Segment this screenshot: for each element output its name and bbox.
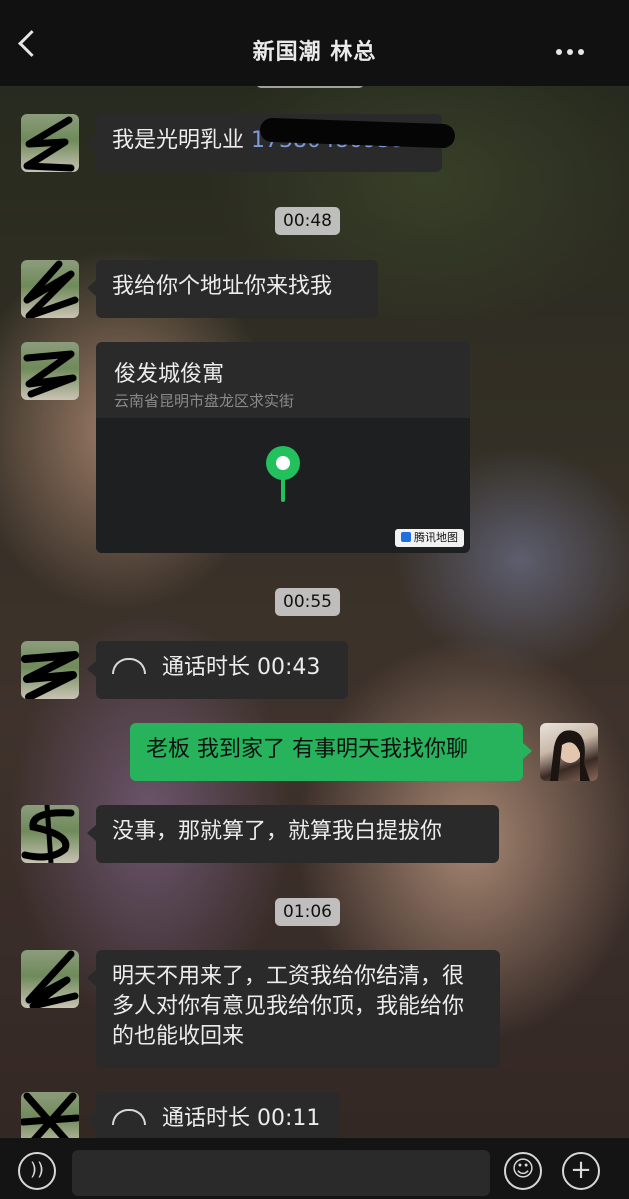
message-bubble-incoming[interactable]: 明天不用来了，工资我给你结清，很多人对你有意见我给你顶，我能给你的也能收回来 bbox=[87, 950, 500, 1068]
top-navigation-bar: 新国潮 林总 bbox=[0, 0, 629, 86]
location-card[interactable]: 俊发城俊寓 云南省昆明市盘龙区求实街 腾讯地图 bbox=[96, 342, 470, 553]
map-provider-logo: 腾讯地图 bbox=[395, 529, 464, 547]
scribble-redaction bbox=[21, 805, 75, 863]
timestamp: 00:55 bbox=[275, 588, 340, 616]
emoji-icon[interactable]: ☺ bbox=[504, 1152, 542, 1190]
my-avatar[interactable] bbox=[540, 723, 598, 781]
message-input[interactable] bbox=[72, 1150, 490, 1196]
contact-avatar[interactable] bbox=[21, 805, 79, 863]
map-pin-stem bbox=[281, 476, 285, 502]
message-input-bar: )) ☺ + bbox=[0, 1138, 629, 1199]
map-provider-label: 腾讯地图 bbox=[414, 531, 458, 544]
more-options-icon[interactable] bbox=[556, 40, 589, 59]
location-address: 云南省昆明市盘龙区求实街 bbox=[114, 392, 295, 410]
phone-hangup-icon bbox=[112, 1109, 146, 1125]
chat-title: 新国潮 林总 bbox=[252, 40, 377, 65]
scribble-redaction bbox=[23, 116, 75, 172]
contact-avatar[interactable] bbox=[21, 641, 79, 699]
map-pin-icon bbox=[266, 446, 300, 480]
call-duration-text: 通话时长 00:11 bbox=[162, 1106, 321, 1131]
contact-avatar[interactable] bbox=[21, 342, 79, 400]
avatar-portrait bbox=[550, 730, 590, 781]
scribble-redaction bbox=[21, 651, 79, 699]
message-bubble-incoming[interactable]: 我给你个地址你来找我 bbox=[87, 260, 378, 318]
message-bubble-outgoing[interactable]: 老板 我到家了 有事明天我找你聊 bbox=[130, 723, 532, 781]
phone-hangup-icon bbox=[112, 658, 146, 674]
map-preview[interactable]: 腾讯地图 bbox=[96, 418, 470, 553]
call-record-bubble[interactable]: 通话时长 00:43 bbox=[87, 641, 348, 699]
contact-avatar[interactable] bbox=[21, 260, 79, 318]
scribble-redaction bbox=[23, 260, 79, 318]
timestamp: 01:06 bbox=[275, 898, 340, 926]
scribble-redaction bbox=[25, 950, 79, 1008]
contact-avatar[interactable] bbox=[21, 950, 79, 1008]
contact-avatar[interactable] bbox=[21, 114, 79, 172]
location-name: 俊发城俊寓 bbox=[114, 362, 225, 387]
voice-input-icon[interactable]: )) bbox=[18, 1152, 56, 1190]
timestamp: 00:48 bbox=[275, 207, 340, 235]
add-attachment-icon[interactable]: + bbox=[562, 1152, 600, 1190]
call-duration-text: 通话时长 00:43 bbox=[162, 655, 321, 680]
scribble-redaction bbox=[23, 350, 77, 398]
message-text: 我是光明乳业 bbox=[112, 128, 251, 153]
message-bubble-incoming[interactable]: 没事，那就算了，就算我白提拔你 bbox=[87, 805, 499, 863]
